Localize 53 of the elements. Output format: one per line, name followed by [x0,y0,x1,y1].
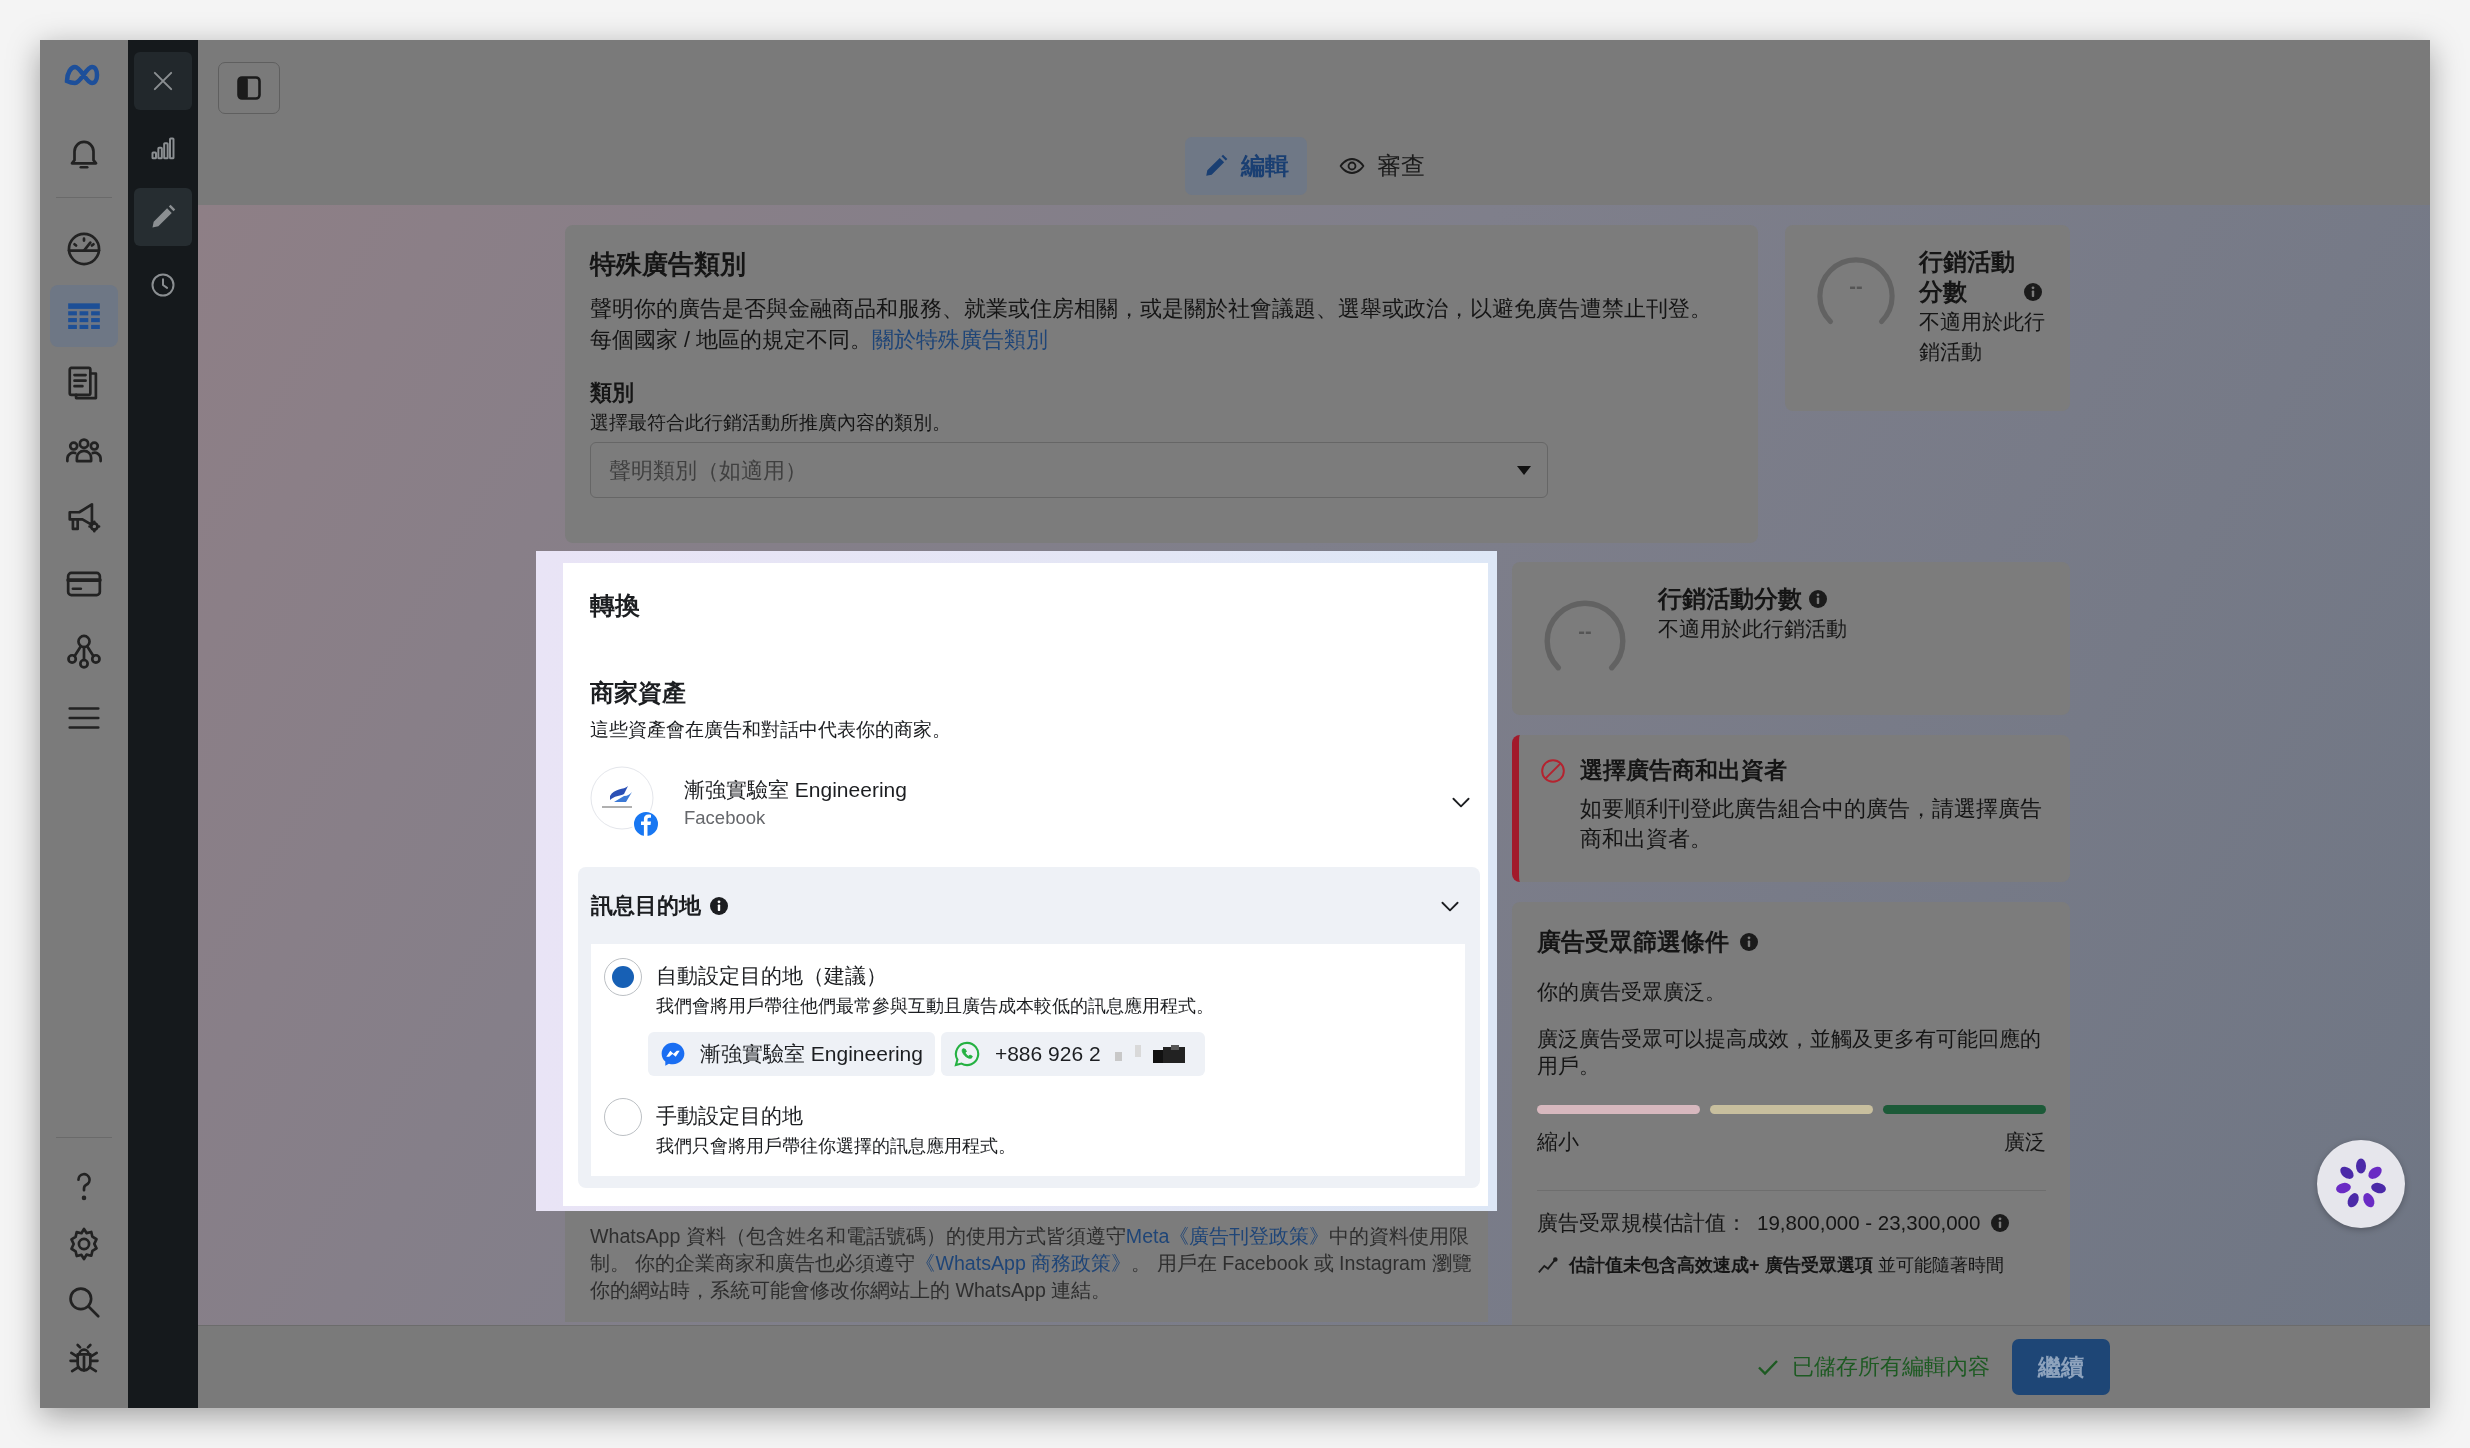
option-description: 我們會將用戶帶往他們最常參與互動且廣告成本較低的訊息應用程式。 [656,995,1214,1018]
audience-detail: 廣泛廣告受眾可以提高成效，並觸及更多有可能回應的用戶。 [1537,1026,2042,1079]
score-title: 行銷活動分數 [1658,584,1802,614]
option-label: 自動設定目的地（建議） [656,963,888,989]
score-title: 行銷活動分數 [1919,247,2016,307]
pencil-icon[interactable] [134,188,192,246]
option-description: 我們只會將用戶帶往你選擇的訊息應用程式。 [656,1135,1016,1158]
sidebar-panel-icon [235,74,263,102]
sidebar-toggle-button[interactable] [218,62,280,114]
save-status: 已儲存所有編輯內容 [1792,1353,1990,1381]
field-hint: 選擇最符合此行銷活動所推廣內容的類別。 [590,411,952,435]
view-tab[interactable]: 審查 [1321,137,1443,195]
meter-label: 縮小 [1537,1129,1579,1155]
prohibited-icon [1540,757,1566,784]
pencil-icon [1203,153,1229,179]
warning-message: 如要順利刊登此廣告組合中的廣告，請選擇廣告商和出資者。 [1580,796,2043,853]
section-title: 商家資產 [590,678,687,708]
app-chip: 漸強實驗室 Engineering [648,1032,935,1076]
whatsapp-icon [952,1040,981,1068]
score-value: -- [1577,620,1593,643]
meter-label: 廣泛 [2004,1129,2046,1155]
warning-title: 選擇廣告商和出資者 [1580,756,1787,785]
section-title: 轉換 [590,590,641,621]
option-label: 手動設定目的地 [656,1103,804,1129]
page-avatar [590,766,660,838]
caret-icon [1517,465,1531,475]
estimate-value: 19,800,000 - 23,300,000 [1757,1211,1981,1235]
panel-title: 訊息目的地 [591,891,701,920]
card-title: 廣告受眾篩選條件 [1537,927,1729,957]
card-title: 特殊廣告類別 [590,248,747,281]
score-status: 不適用於此行銷活動 [1919,309,2046,365]
view-tab[interactable]: 編輯 [1185,137,1307,195]
category-dropdown[interactable]: 聲明類別（如適用） [590,442,1548,498]
score-status: 不適用於此行銷活動 [1658,616,1847,642]
estimate-label: 廣告受眾規模估計值： [1537,1210,1747,1236]
trend-icon [1537,1254,1559,1276]
continue-button[interactable]: 繼續 [2012,1339,2110,1395]
audience-summary: 你的廣告受眾廣泛。 [1537,979,1727,1005]
app-chip: +886 926 2 [940,1032,1205,1076]
score-value: -- [1848,275,1864,298]
page-name: 漸強實驗室 Engineering [684,776,908,803]
info-icon[interactable] [709,895,729,916]
field-label: 類別 [590,380,635,407]
policy-note: WhatsApp 資料（包含姓名和電話號碼）的使用方式皆須遵守Meta《廣告刊登政策》中的資料使用限制。 你的企業商家和廣告也必須遵守《WhatsApp 商務政策》。 用戶在 Facebook 或 Instagram 瀏覽你的網站時，系統可能會修改你網站上的 WhatsApp 連結。 [589,1224,1473,1303]
estimate-note: 估計值未包含高效速成+ 廣告受眾選項 並可能隨著時間 [1569,1254,2004,1277]
section-description: 這些資產會在廣告和對話中代表你的商家。 [590,718,952,742]
description-text: 聲明你的廣告是否與金融商品和服務、就業或住房相關，或是關於社會議題、選舉或政治，以避免廣告遭禁止刊登。每個國家 / 地區的規定不同。關於特殊廣告類別 [590,296,1713,354]
policy-link[interactable]: Meta《廣告刊登政策》 [1125,1225,1330,1247]
close-button[interactable] [134,52,192,110]
messenger-icon [660,1041,686,1067]
page-platform: Facebook [684,806,767,829]
policy-link[interactable]: 《WhatsApp 商務政策》 [915,1252,1132,1274]
learn-more-link[interactable]: 關於特殊廣告類別 [871,328,1048,352]
